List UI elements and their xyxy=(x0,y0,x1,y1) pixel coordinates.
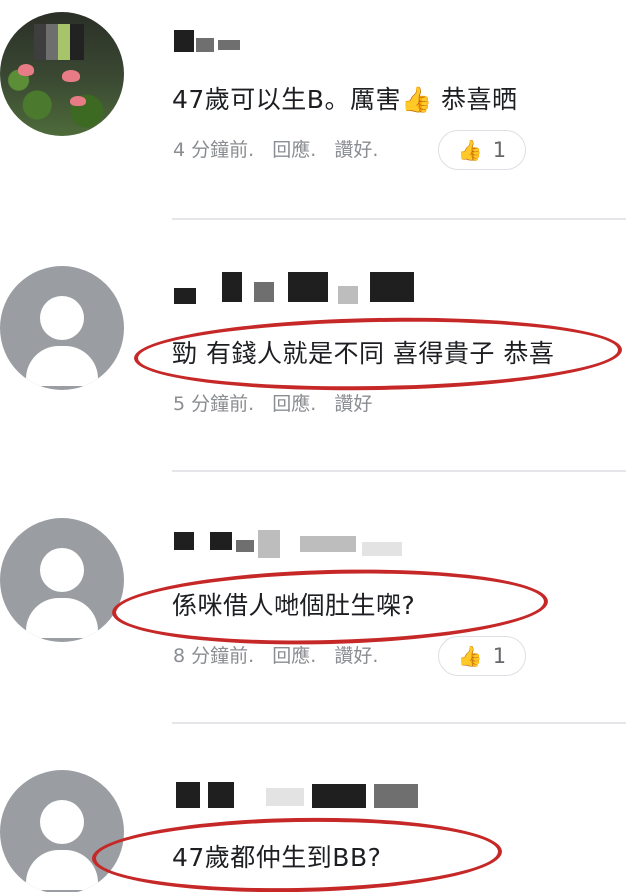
avatar[interactable] xyxy=(0,518,124,642)
reaction-count: 1 xyxy=(492,644,507,668)
comment-meta: 5 分鐘前. 回應. 讚好 xyxy=(173,392,384,416)
like-link[interactable]: 讚好 xyxy=(334,393,372,415)
blurred-username xyxy=(174,530,424,558)
reaction-count: 1 xyxy=(492,138,507,162)
comment-meta: 8 分鐘前. 回應. 讚好. xyxy=(173,644,390,668)
thumbs-up-icon: 👍 xyxy=(457,644,483,668)
like-link[interactable]: 讚好. xyxy=(334,139,378,161)
reply-link[interactable]: 回應. xyxy=(272,393,316,415)
avatar[interactable] xyxy=(0,12,124,136)
divider xyxy=(172,722,626,724)
thumbs-up-icon: 👍 xyxy=(457,138,483,162)
timestamp: 4 分鐘前. xyxy=(173,139,255,161)
reply-link[interactable]: 回應. xyxy=(272,139,316,161)
divider xyxy=(172,218,626,220)
avatar[interactable] xyxy=(0,770,124,892)
timestamp: 8 分鐘前. xyxy=(173,645,255,667)
blurred-username xyxy=(174,782,424,808)
reaction-pill[interactable]: 👍 1 xyxy=(438,130,526,170)
reply-link[interactable]: 回應. xyxy=(272,645,316,667)
avatar[interactable] xyxy=(0,266,124,390)
comment-text: 47歲可以生B。厲害👍 恭喜晒 xyxy=(172,85,518,114)
blurred-username xyxy=(174,272,424,304)
annotation-ellipse xyxy=(91,814,503,892)
annotation-ellipse xyxy=(133,313,623,395)
timestamp: 5 分鐘前. xyxy=(173,393,255,415)
divider xyxy=(172,470,626,472)
comment-meta: 4 分鐘前. 回應. 讚好. xyxy=(173,138,390,162)
blurred-username xyxy=(174,30,424,56)
reaction-pill[interactable]: 👍 1 xyxy=(438,636,526,676)
like-link[interactable]: 讚好. xyxy=(334,645,378,667)
